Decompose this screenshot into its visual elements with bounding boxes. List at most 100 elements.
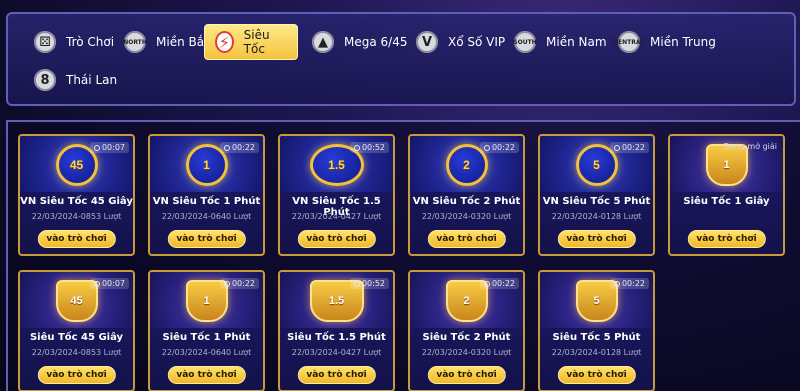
timer-badge: 00:52 <box>349 278 389 289</box>
central-region-icon: CENTRAL <box>614 31 644 53</box>
clock-icon <box>353 281 360 287</box>
enter-game-button[interactable]: vào trò chơi <box>427 366 506 384</box>
game-card[interactable]: 1 00:22 VN Siêu Tốc 1 Phút 22/03/2024-0640 … <box>148 134 265 256</box>
timer-badge: 00:22 <box>219 278 259 289</box>
timer-text: 00:07 <box>101 279 125 288</box>
category-label: Xổ Số VIP <box>448 35 506 49</box>
enter-game-button[interactable]: vào trò chơi <box>167 366 246 384</box>
game-card[interactable]: 1 00:22 Siêu Tốc 1 Phút 22/03/2024-0640 Lượ… <box>148 270 265 391</box>
game-emblem-text: 45 <box>69 158 84 172</box>
game-title: Siêu Tốc 1 Giây <box>683 196 770 207</box>
category-bar: ⚄ Trò Chơi NORTH Miền Bắc ⚡ Siêu Tốc ▲ M… <box>6 12 796 106</box>
timer-text: 00:52 <box>361 143 385 152</box>
timer-badge: 00:07 <box>89 278 129 289</box>
clock-icon <box>483 281 490 287</box>
status-text: Đang mở giải <box>723 142 777 151</box>
category-label: Miền Bắc <box>156 35 211 49</box>
game-emblem-text: 2 <box>463 158 470 172</box>
timer-text: 00:22 <box>491 279 515 288</box>
game-card[interactable]: 1.5 00:52 Siêu Tốc 1.5 Phút 22/03/2024-0427… <box>278 270 395 391</box>
game-card[interactable]: 5 00:22 VN Siêu Tốc 5 Phút 22/03/2024-0128 … <box>538 134 655 256</box>
game-title: VN Siêu Tốc 1 Phút <box>152 196 261 207</box>
category-label: Miền Trung <box>650 35 716 49</box>
game-title: Siêu Tốc 1.5 Phút <box>287 332 386 343</box>
thailand-lottery-icon: 8 <box>34 69 56 91</box>
game-title: VN Siêu Tốc 45 Giây <box>20 196 133 207</box>
category-thai-lan[interactable]: 8 Thái Lan <box>24 62 127 98</box>
enter-game-button[interactable]: vào trò chơi <box>687 230 766 248</box>
game-round: 22/03/2024-0128 Lượt <box>551 212 642 221</box>
game-card[interactable]: 1.5 00:52 VN Siêu Tốc 1.5 Phút 22/03/2024-0… <box>278 134 395 256</box>
enter-game-button[interactable]: vào trò chơi <box>297 230 376 248</box>
timer-text: 00:22 <box>231 279 255 288</box>
category-sieu-toc[interactable]: ⚡ Siêu Tốc <box>204 24 298 60</box>
clock-icon <box>353 145 360 151</box>
game-round: 22/03/2024-0640 Lượt <box>161 212 252 221</box>
game-emblem-text: 45 <box>70 294 83 307</box>
game-title: VN Siêu Tốc 2 Phút <box>412 196 521 207</box>
timer-text: 00:22 <box>491 143 515 152</box>
clock-icon <box>223 145 230 151</box>
game-round: 22/03/2024-0128 Lượt <box>551 348 642 357</box>
category-label: Thái Lan <box>66 73 118 87</box>
timer-badge: 00:07 <box>89 142 129 153</box>
game-round: 22/03/2024-0640 Lượt <box>161 348 252 357</box>
enter-game-button[interactable]: vào trò chơi <box>37 230 116 248</box>
category-tro-choi[interactable]: ⚄ Trò Chơi <box>24 24 124 60</box>
game-card[interactable]: 45 00:07 Siêu Tốc 45 Giây 22/03/2024-0853 L… <box>18 270 135 391</box>
category-mien-nam[interactable]: SOUTH Miền Nam <box>504 24 617 60</box>
game-round: 22/03/2024-0320 Lượt <box>421 212 512 221</box>
category-mien-trung[interactable]: CENTRAL Miền Trung <box>608 24 726 60</box>
clock-icon <box>93 145 100 151</box>
game-round: 22/03/2024-0427 Lượt <box>291 348 382 357</box>
south-region-icon: SOUTH <box>513 31 537 53</box>
game-emblem-text: 1.5 <box>328 294 345 307</box>
category-xo-so-vip[interactable]: V Xổ Số VIP <box>406 24 515 60</box>
game-emblem-text: 1.5 <box>328 158 345 172</box>
clock-icon <box>613 145 620 151</box>
enter-game-button[interactable]: vào trò chơi <box>37 366 116 384</box>
game-emblem-text: 1 <box>203 158 210 172</box>
clock-icon <box>223 281 230 287</box>
game-title: Siêu Tốc 2 Phút <box>422 332 511 343</box>
game-emblem-text: 5 <box>593 158 600 172</box>
enter-game-button[interactable]: vào trò chơi <box>557 366 636 384</box>
game-emblem-text: 1 <box>723 158 730 171</box>
category-label: Miền Nam <box>546 35 607 49</box>
game-card[interactable]: 1 Đang mở giải Siêu Tốc 1 Giây vào trò chơi <box>668 134 785 256</box>
game-round: 22/03/2024-0320 Lượt <box>421 348 512 357</box>
game-emblem-text: 1 <box>203 294 210 307</box>
timer-badge: 00:22 <box>479 142 519 153</box>
dice-icon: ⚄ <box>34 31 56 53</box>
clock-icon <box>613 281 620 287</box>
game-card[interactable]: 5 00:22 Siêu Tốc 5 Phút 22/03/2024-0128 Lượ… <box>538 270 655 391</box>
game-card[interactable]: 2 00:22 VN Siêu Tốc 2 Phút 22/03/2024-0320 … <box>408 134 525 256</box>
category-mega-645[interactable]: ▲ Mega 6/45 <box>302 24 417 60</box>
timer-badge: 00:22 <box>219 142 259 153</box>
game-card[interactable]: 45 00:07 VN Siêu Tốc 45 Giây 22/03/2024-085… <box>18 134 135 256</box>
vip-icon: V <box>416 31 438 53</box>
game-emblem-text: 2 <box>463 294 470 307</box>
timer-badge: 00:22 <box>479 278 519 289</box>
enter-game-button[interactable]: vào trò chơi <box>167 230 246 248</box>
enter-game-button[interactable]: vào trò chơi <box>557 230 636 248</box>
timer-text: 00:22 <box>231 143 255 152</box>
category-label: Trò Chơi <box>66 35 115 49</box>
lightning-icon: ⚡ <box>215 31 234 53</box>
north-region-icon: NORTH <box>123 31 147 53</box>
category-label: Siêu Tốc <box>243 28 270 56</box>
game-title: Siêu Tốc 1 Phút <box>162 332 251 343</box>
game-round: 22/03/2024-0427 Lượt <box>291 212 382 221</box>
mega-icon: ▲ <box>312 31 334 53</box>
timer-badge: 00:52 <box>349 142 389 153</box>
game-card[interactable]: 2 00:22 Siêu Tốc 2 Phút 22/03/2024-0320 Lượ… <box>408 270 525 391</box>
timer-badge: 00:22 <box>609 142 649 153</box>
timer-badge: 00:22 <box>609 278 649 289</box>
enter-game-button[interactable]: vào trò chơi <box>297 366 376 384</box>
timer-text: 00:22 <box>621 143 645 152</box>
game-title: Siêu Tốc 5 Phút <box>552 332 641 343</box>
timer-text: 00:52 <box>361 279 385 288</box>
enter-game-button[interactable]: vào trò chơi <box>427 230 506 248</box>
game-title: VN Siêu Tốc 5 Phút <box>542 196 651 207</box>
category-label: Mega 6/45 <box>344 35 408 49</box>
